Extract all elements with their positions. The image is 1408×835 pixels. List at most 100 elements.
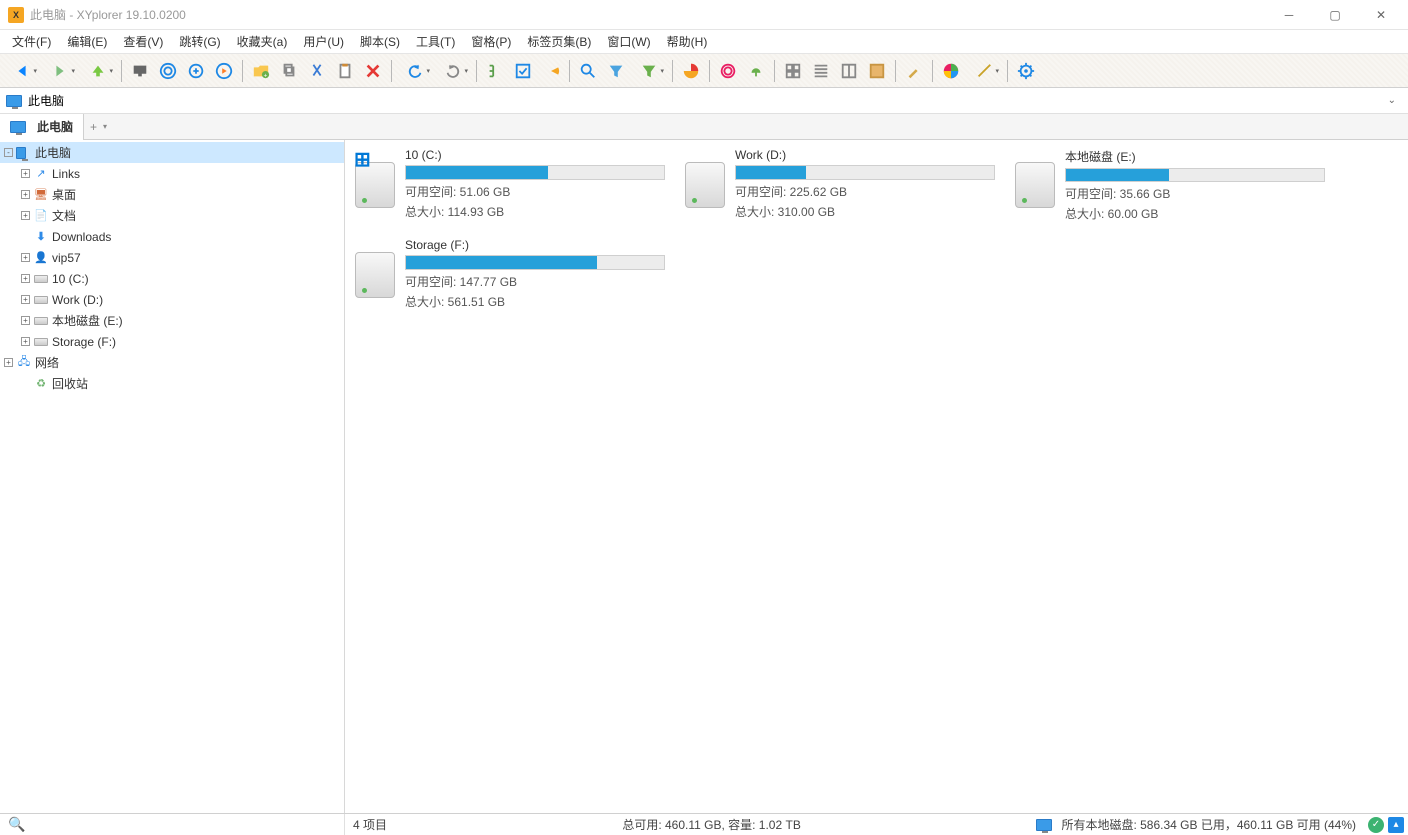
tree-item[interactable]: + Storage (F:): [0, 331, 344, 352]
forward-icon[interactable]: [42, 58, 78, 84]
drive-item[interactable]: 本地磁盘 (E:)可用空间: 35.66 GB总大小: 60.00 GB: [1015, 148, 1325, 222]
tree-item[interactable]: +本地磁盘 (E:): [0, 310, 344, 331]
desktop-icon: 🖥: [33, 187, 49, 203]
drive-item[interactable]: Work (D:)可用空间: 225.62 GB总大小: 310.00 GB: [685, 148, 995, 222]
paste-icon[interactable]: [332, 58, 358, 84]
titlebar: X 此电脑 - XYplorer 19.10.0200 ─ ▢ ✕: [0, 0, 1408, 30]
status-up-icon[interactable]: ▴: [1388, 817, 1404, 833]
menu-item[interactable]: 工具(T): [408, 30, 463, 53]
expand-icon[interactable]: +: [21, 190, 30, 199]
tree-item[interactable]: ♻回收站: [0, 373, 344, 394]
folder-tree[interactable]: -此电脑+↗Links+🖥桌面+📄文档⬇Downloads+👤vip57+10 …: [0, 140, 345, 813]
expand-icon[interactable]: +: [21, 316, 30, 325]
tree-label: Storage (F:): [52, 335, 116, 349]
tree-item[interactable]: -此电脑: [0, 142, 344, 163]
menu-item[interactable]: 窗口(W): [599, 30, 658, 53]
tree-label: vip57: [52, 251, 81, 265]
status-ok-icon[interactable]: ✓: [1368, 817, 1384, 833]
filter-icon[interactable]: [603, 58, 629, 84]
tree-item[interactable]: +🖧网络: [0, 352, 344, 373]
menu-item[interactable]: 跳转(G): [171, 30, 228, 53]
menu-item[interactable]: 用户(U): [295, 30, 352, 53]
menu-item[interactable]: 文件(F): [4, 30, 59, 53]
cut-icon[interactable]: [304, 58, 330, 84]
menu-item[interactable]: 编辑(E): [59, 30, 115, 53]
search-icon[interactable]: 🔍: [8, 816, 25, 833]
new-tab-button[interactable]: +: [90, 120, 97, 134]
expand-icon[interactable]: +: [21, 211, 30, 220]
brush-icon[interactable]: [901, 58, 927, 84]
expand-icon[interactable]: +: [21, 169, 30, 178]
drive-free: 可用空间: 147.77 GB: [405, 273, 665, 290]
target-icon[interactable]: [155, 58, 181, 84]
tree2-icon[interactable]: [743, 58, 769, 84]
expand-icon[interactable]: [21, 379, 30, 388]
color-wheel-icon[interactable]: [938, 58, 964, 84]
pie-icon[interactable]: [678, 58, 704, 84]
select-all-icon[interactable]: [510, 58, 536, 84]
toolbar-separator: [569, 60, 570, 82]
drive-item[interactable]: 10 (C:)可用空间: 51.06 GB总大小: 114.93 GB: [355, 148, 665, 222]
status-bar: 🔍 4 项目 总可用: 460.11 GB, 容量: 1.02 TB 所有本地磁…: [0, 813, 1408, 835]
close-button[interactable]: ✕: [1358, 0, 1404, 30]
tree-item[interactable]: ⬇Downloads: [0, 226, 344, 247]
expand-icon[interactable]: +: [4, 358, 13, 367]
minimize-button[interactable]: ─: [1266, 0, 1312, 30]
menu-item[interactable]: 窗格(P): [463, 30, 519, 53]
computer-icon[interactable]: [127, 58, 153, 84]
pizza-icon[interactable]: [538, 58, 564, 84]
columns-icon[interactable]: [836, 58, 862, 84]
menu-item[interactable]: 脚本(S): [352, 30, 408, 53]
docs-icon: 📄: [33, 208, 49, 224]
recycle-icon: ♻: [33, 376, 49, 392]
tree-item[interactable]: +🖥桌面: [0, 184, 344, 205]
tree-item[interactable]: +👤vip57: [0, 247, 344, 268]
expand-icon[interactable]: +: [21, 253, 30, 262]
tree-item[interactable]: +↗Links: [0, 163, 344, 184]
expand-icon[interactable]: +: [21, 337, 30, 346]
monitor-icon: [16, 145, 32, 161]
delete-icon[interactable]: [360, 58, 386, 84]
expand-icon[interactable]: [21, 232, 30, 241]
expand-icon[interactable]: +: [21, 274, 30, 283]
toolbar-separator: [672, 60, 673, 82]
expand-icon[interactable]: +: [21, 295, 30, 304]
drive-list: 10 (C:)可用空间: 51.06 GB总大小: 114.93 GB Work …: [345, 140, 1408, 813]
redo-icon[interactable]: [435, 58, 471, 84]
tree-label: 10 (C:): [52, 272, 89, 286]
drive-icon: [355, 162, 395, 208]
toolbar-separator: [895, 60, 896, 82]
drive-icon: [685, 162, 725, 208]
new-folder-icon[interactable]: +: [248, 58, 274, 84]
tab-list-drop-icon[interactable]: ▾: [103, 122, 107, 131]
tree-item[interactable]: +10 (C:): [0, 268, 344, 289]
tree-item[interactable]: +📄文档: [0, 205, 344, 226]
tree-item[interactable]: +Work (D:): [0, 289, 344, 310]
up-icon[interactable]: [80, 58, 116, 84]
tab-this-pc[interactable]: 此电脑: [0, 114, 84, 140]
drive-item[interactable]: Storage (F:)可用空间: 147.77 GB总大小: 561.51 G…: [355, 238, 665, 312]
undo-icon[interactable]: [397, 58, 433, 84]
preview-icon[interactable]: [183, 58, 209, 84]
menu-item[interactable]: 标签页集(B): [519, 30, 599, 53]
panel-icon[interactable]: [864, 58, 890, 84]
address-drop-icon[interactable]: ⌄: [1382, 95, 1402, 106]
grid-icon[interactable]: [780, 58, 806, 84]
toolbar-separator: [774, 60, 775, 82]
copy-icon[interactable]: [276, 58, 302, 84]
wand-icon[interactable]: [966, 58, 1002, 84]
settings-icon[interactable]: [1013, 58, 1039, 84]
search-icon[interactable]: [575, 58, 601, 84]
expand-icon[interactable]: -: [4, 148, 13, 157]
menu-item[interactable]: 收藏夹(a): [229, 30, 296, 53]
filter2-icon[interactable]: [631, 58, 667, 84]
spiral-icon[interactable]: [715, 58, 741, 84]
maximize-button[interactable]: ▢: [1312, 0, 1358, 30]
menu-item[interactable]: 查看(V): [115, 30, 171, 53]
list-icon[interactable]: [808, 58, 834, 84]
back-icon[interactable]: [4, 58, 40, 84]
menu-item[interactable]: 帮助(H): [659, 30, 716, 53]
play-icon[interactable]: [211, 58, 237, 84]
address-input[interactable]: [28, 94, 1382, 108]
tree-icon[interactable]: [482, 58, 508, 84]
